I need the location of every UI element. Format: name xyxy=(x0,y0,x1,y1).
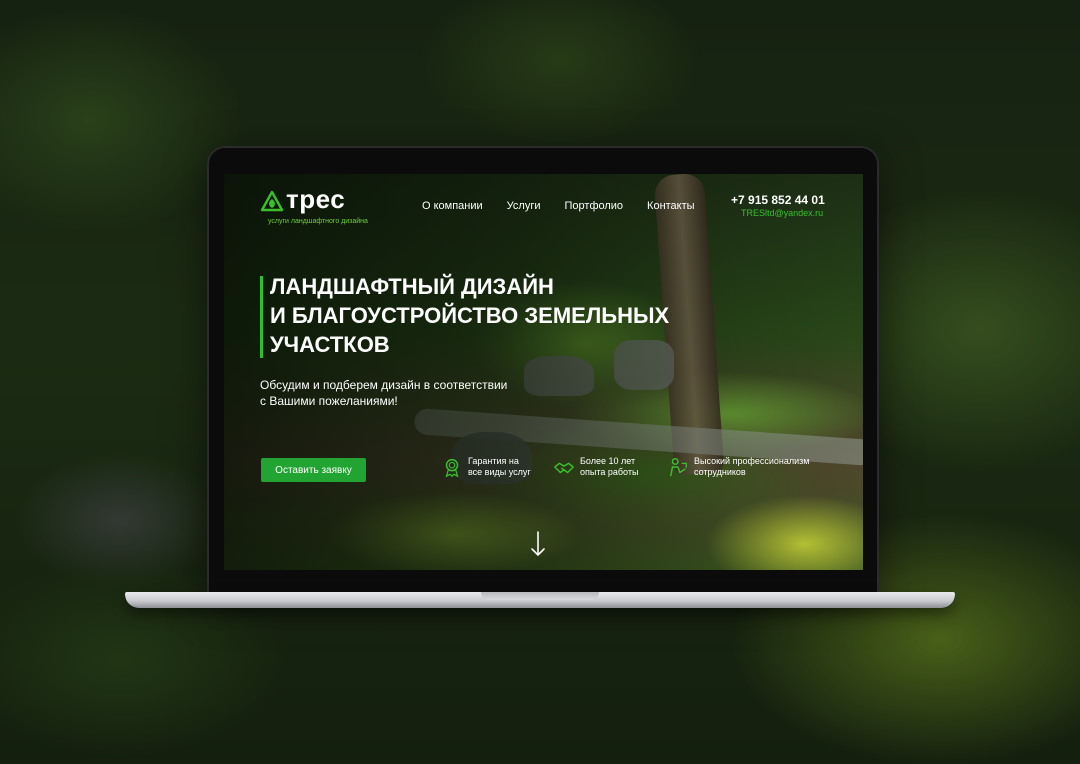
email-link[interactable]: TRESltd@yandex.ru xyxy=(741,208,823,218)
medal-icon xyxy=(445,458,459,478)
hero-title-line: УЧАСТКОВ xyxy=(270,332,390,357)
feature-line: сотрудников xyxy=(694,467,746,477)
feature-guarantee: Гарантия на все виды услуг xyxy=(441,456,531,478)
nav-item-about[interactable]: О компании xyxy=(422,200,483,212)
handshake-icon xyxy=(554,462,574,474)
feature-line: опыта работы xyxy=(580,467,639,477)
feature-text: Гарантия на все виды услуг xyxy=(468,456,531,478)
leaf-logo-icon xyxy=(260,190,284,212)
laptop-notch xyxy=(481,592,599,600)
hero-subtitle-line: Обсудим и подберем дизайн в соответствии xyxy=(260,378,508,392)
nav-item-portfolio[interactable]: Портфолио xyxy=(565,200,624,212)
title-accent-bar xyxy=(260,276,263,358)
feature-professionalism: Высокий профессионализм сотрудников xyxy=(667,456,809,478)
main-nav: О компании Услуги Портфолио Контакты xyxy=(422,200,719,212)
feature-line: Гарантия на xyxy=(468,456,519,466)
hero-subtitle: Обсудим и подберем дизайн в соответствии… xyxy=(260,377,520,409)
scroll-down-arrow-icon[interactable] xyxy=(530,530,546,558)
phone-link[interactable]: +7 915 852 44 01 xyxy=(731,193,825,207)
feature-line: Более 10 лет xyxy=(580,456,636,466)
brand-name: трес xyxy=(286,184,346,214)
worker-icon xyxy=(669,458,687,477)
feature-text: Более 10 лет опыта работы xyxy=(580,456,638,478)
hero-title-line: ЛАНДШАФТНЫЙ ДИЗАЙН xyxy=(270,274,554,299)
hero-subtitle-line: с Вашими пожеланиями! xyxy=(260,394,398,408)
brand-tagline: услуги ландшафтного дизайна xyxy=(268,218,368,225)
hero-title-line: И БЛАГОУСТРОЙСТВО ЗЕМЕЛЬНЫХ xyxy=(270,303,670,328)
nav-item-services[interactable]: Услуги xyxy=(507,200,541,212)
request-button[interactable]: Оставить заявку xyxy=(261,458,366,482)
laptop-screen: трес услуги ландшафтного дизайна О компа… xyxy=(224,174,863,570)
feature-experience: Более 10 лет опыта работы xyxy=(553,456,638,478)
nav-item-contacts[interactable]: Контакты xyxy=(647,200,695,212)
hero-title: ЛАНДШАФТНЫЙ ДИЗАЙН И БЛАГОУСТРОЙСТВО ЗЕМ… xyxy=(270,272,730,359)
feature-line: все виды услуг xyxy=(468,467,531,477)
hero-shade-overlay xyxy=(224,174,863,570)
feature-line: Высокий профессионализм xyxy=(694,456,810,466)
feature-text: Высокий профессионализм сотрудников xyxy=(694,456,809,478)
